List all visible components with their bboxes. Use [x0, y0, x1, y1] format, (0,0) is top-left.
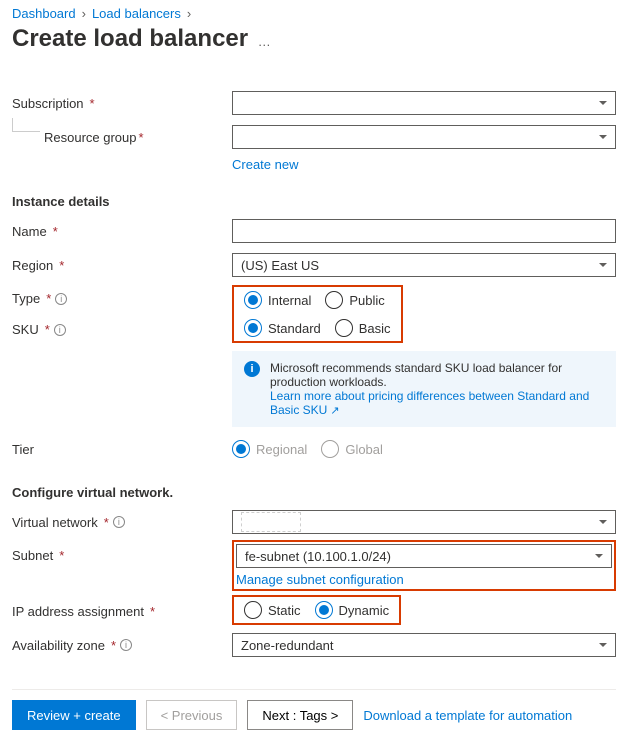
subscription-select[interactable]	[232, 91, 616, 115]
review-create-button[interactable]: Review + create	[12, 700, 136, 730]
info-icon[interactable]: i	[113, 516, 125, 528]
page-title: Create load balancer	[12, 25, 248, 53]
ip-dynamic-radio[interactable]: Dynamic	[315, 601, 390, 619]
footer-bar: Review + create < Previous Next : Tags >…	[12, 689, 616, 740]
resource-group-select[interactable]	[232, 125, 616, 149]
subnet-highlight: fe-subnet (10.100.1.0/24) Manage subnet …	[232, 540, 616, 591]
ip-static-radio[interactable]: Static	[244, 601, 301, 619]
subnet-select[interactable]: fe-subnet (10.100.1.0/24)	[236, 544, 612, 568]
callout-text: Microsoft recommends standard SKU load b…	[270, 361, 604, 389]
region-label: Region	[12, 258, 53, 273]
resource-group-label: Resource group	[44, 130, 137, 145]
manage-subnet-link[interactable]: Manage subnet configuration	[236, 572, 612, 587]
more-button[interactable]: …	[258, 34, 271, 49]
previous-button: < Previous	[146, 700, 238, 730]
type-sku-highlight: Internal Public Standard Basic	[232, 285, 403, 343]
ip-assignment-label: IP address assignment	[12, 604, 144, 619]
vnet-placeholder	[241, 512, 301, 532]
tier-global-radio: Global	[321, 440, 383, 458]
sku-info-callout: i Microsoft recommends standard SKU load…	[232, 351, 616, 427]
tier-label: Tier	[12, 442, 34, 457]
sku-standard-radio[interactable]: Standard	[244, 319, 321, 337]
tree-line	[12, 131, 40, 132]
sku-label: SKU	[12, 322, 39, 337]
info-icon: i	[244, 361, 260, 377]
name-label: Name	[12, 224, 47, 239]
breadcrumb-sep: ›	[82, 6, 86, 21]
required-indicator: *	[139, 130, 144, 145]
ip-assignment-highlight: Static Dynamic	[232, 595, 401, 625]
download-template-link[interactable]: Download a template for automation	[363, 708, 572, 723]
tier-regional-radio: Regional	[232, 440, 307, 458]
vnet-select[interactable]	[232, 510, 616, 534]
name-input[interactable]	[232, 219, 616, 243]
type-public-radio[interactable]: Public	[325, 291, 384, 309]
info-icon[interactable]: i	[55, 293, 67, 305]
vnet-label: Virtual network	[12, 515, 98, 530]
breadcrumb: Dashboard › Load balancers ›	[12, 0, 616, 21]
configure-vnet-heading: Configure virtual network.	[12, 485, 616, 500]
subscription-label: Subscription	[12, 96, 84, 111]
breadcrumb-dashboard[interactable]: Dashboard	[12, 6, 76, 21]
sku-basic-radio[interactable]: Basic	[335, 319, 391, 337]
callout-link[interactable]: Learn more about pricing differences bet…	[270, 389, 589, 417]
required-indicator: *	[90, 96, 95, 111]
breadcrumb-sep: ›	[187, 6, 191, 21]
type-label: Type	[12, 291, 40, 306]
availability-zone-label: Availability zone	[12, 638, 105, 653]
region-select[interactable]: (US) East US	[232, 253, 616, 277]
next-button[interactable]: Next : Tags >	[247, 700, 353, 730]
subnet-label: Subnet	[12, 548, 53, 563]
type-internal-radio[interactable]: Internal	[244, 291, 311, 309]
availability-zone-select[interactable]: Zone-redundant	[232, 633, 616, 657]
breadcrumb-loadbalancers[interactable]: Load balancers	[92, 6, 181, 21]
info-icon[interactable]: i	[54, 324, 66, 336]
create-new-link[interactable]: Create new	[232, 157, 298, 172]
instance-details-heading: Instance details	[12, 194, 616, 209]
info-icon[interactable]: i	[120, 639, 132, 651]
